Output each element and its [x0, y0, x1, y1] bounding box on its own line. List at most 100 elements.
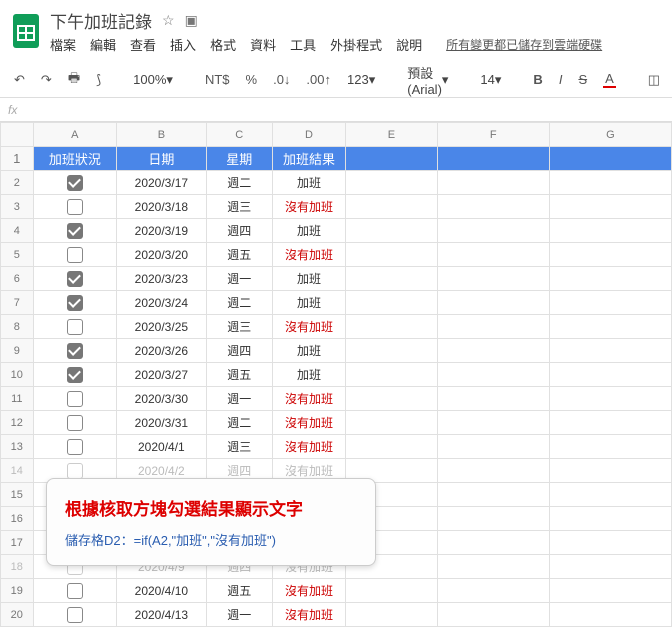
checkbox-icon[interactable]: [67, 415, 83, 431]
table-header-cell[interactable]: 加班結果: [272, 147, 345, 171]
checkbox-icon[interactable]: [67, 391, 83, 407]
checkbox-icon[interactable]: [67, 439, 83, 455]
row-header[interactable]: 17: [1, 531, 34, 555]
menu-data[interactable]: 資料: [250, 35, 276, 54]
checkbox-icon[interactable]: [67, 295, 83, 311]
date-cell[interactable]: 2020/3/23: [117, 267, 207, 291]
formula-bar[interactable]: fx: [0, 98, 672, 122]
checkbox-cell[interactable]: [33, 363, 116, 387]
italic-button[interactable]: I: [555, 70, 567, 89]
checkbox-cell[interactable]: [33, 387, 116, 411]
checkbox-icon[interactable]: [67, 367, 83, 383]
row-header[interactable]: 10: [1, 363, 34, 387]
date-cell[interactable]: 2020/3/20: [117, 243, 207, 267]
weekday-cell[interactable]: 週五: [206, 579, 272, 603]
checkbox-cell[interactable]: [33, 171, 116, 195]
date-cell[interactable]: 2020/3/17: [117, 171, 207, 195]
row-header[interactable]: 3: [1, 195, 34, 219]
row-header[interactable]: 13: [1, 435, 34, 459]
undo-icon[interactable]: ↶: [10, 70, 29, 90]
checkbox-icon[interactable]: [67, 463, 83, 479]
checkbox-cell[interactable]: [33, 411, 116, 435]
weekday-cell[interactable]: 週三: [206, 195, 272, 219]
row-header[interactable]: 8: [1, 315, 34, 339]
select-all-corner[interactable]: [1, 123, 34, 147]
checkbox-cell[interactable]: [33, 243, 116, 267]
date-cell[interactable]: 2020/4/13: [117, 603, 207, 627]
weekday-cell[interactable]: 週一: [206, 267, 272, 291]
checkbox-icon[interactable]: [67, 199, 83, 215]
checkbox-cell[interactable]: [33, 219, 116, 243]
strike-button[interactable]: S: [574, 70, 591, 89]
checkbox-icon[interactable]: [67, 607, 83, 623]
checkbox-icon[interactable]: [67, 247, 83, 263]
menu-view[interactable]: 查看: [130, 35, 156, 54]
row-header[interactable]: 12: [1, 411, 34, 435]
text-color-button[interactable]: A: [599, 69, 620, 90]
checkbox-icon[interactable]: [67, 271, 83, 287]
font-size-select[interactable]: 14 ▾: [476, 70, 505, 90]
weekday-cell[interactable]: 週一: [206, 387, 272, 411]
weekday-cell[interactable]: 週一: [206, 603, 272, 627]
date-cell[interactable]: 2020/4/10: [117, 579, 207, 603]
date-cell[interactable]: 2020/3/31: [117, 411, 207, 435]
checkbox-cell[interactable]: [33, 435, 116, 459]
table-header-cell[interactable]: 日期: [117, 147, 207, 171]
checkbox-icon[interactable]: [67, 319, 83, 335]
row-header[interactable]: 2: [1, 171, 34, 195]
weekday-cell[interactable]: 週二: [206, 291, 272, 315]
date-cell[interactable]: 2020/3/26: [117, 339, 207, 363]
date-cell[interactable]: 2020/3/30: [117, 387, 207, 411]
result-cell[interactable]: 加班: [272, 171, 345, 195]
increase-decimal-button[interactable]: .00↑: [302, 70, 335, 89]
result-cell[interactable]: 加班: [272, 291, 345, 315]
print-icon[interactable]: 🖶: [64, 67, 84, 93]
paint-format-icon[interactable]: ⟆: [92, 70, 105, 90]
result-cell[interactable]: 沒有加班: [272, 603, 345, 627]
result-cell[interactable]: 沒有加班: [272, 243, 345, 267]
row-header[interactable]: 4: [1, 219, 34, 243]
result-cell[interactable]: 加班: [272, 267, 345, 291]
date-cell[interactable]: 2020/3/27: [117, 363, 207, 387]
date-cell[interactable]: 2020/3/19: [117, 219, 207, 243]
font-select[interactable]: 預設 (Arial) ▾: [403, 61, 452, 99]
weekday-cell[interactable]: 週五: [206, 363, 272, 387]
result-cell[interactable]: 沒有加班: [272, 387, 345, 411]
result-cell[interactable]: 沒有加班: [272, 435, 345, 459]
column-header-G[interactable]: G: [549, 123, 671, 147]
checkbox-cell[interactable]: [33, 315, 116, 339]
decrease-decimal-button[interactable]: .0↓: [269, 70, 294, 89]
row-header[interactable]: 19: [1, 579, 34, 603]
row-header[interactable]: 7: [1, 291, 34, 315]
weekday-cell[interactable]: 週三: [206, 435, 272, 459]
result-cell[interactable]: 沒有加班: [272, 195, 345, 219]
row-header[interactable]: 5: [1, 243, 34, 267]
menu-insert[interactable]: 插入: [170, 35, 196, 54]
result-cell[interactable]: 加班: [272, 363, 345, 387]
checkbox-icon[interactable]: [67, 223, 83, 239]
result-cell[interactable]: 加班: [272, 219, 345, 243]
menu-addons[interactable]: 外掛程式: [330, 35, 382, 54]
spreadsheet-grid[interactable]: ABCDEFG1加班狀況日期星期加班結果22020/3/17週二加班32020/…: [0, 122, 672, 627]
redo-icon[interactable]: ↷: [37, 70, 56, 90]
menu-tools[interactable]: 工具: [290, 35, 316, 54]
column-header-D[interactable]: D: [272, 123, 345, 147]
row-header[interactable]: 1: [1, 147, 34, 171]
result-cell[interactable]: 沒有加班: [272, 315, 345, 339]
date-cell[interactable]: 2020/3/25: [117, 315, 207, 339]
table-header-cell[interactable]: 加班狀況: [33, 147, 116, 171]
menu-file[interactable]: 檔案: [50, 35, 76, 54]
result-cell[interactable]: 加班: [272, 339, 345, 363]
weekday-cell[interactable]: 週二: [206, 411, 272, 435]
column-header-A[interactable]: A: [33, 123, 116, 147]
document-title[interactable]: 下午加班記錄: [50, 8, 152, 33]
menu-edit[interactable]: 編輯: [90, 35, 116, 54]
checkbox-icon[interactable]: [67, 175, 83, 191]
weekday-cell[interactable]: 週二: [206, 171, 272, 195]
weekday-cell[interactable]: 週四: [206, 339, 272, 363]
checkbox-cell[interactable]: [33, 267, 116, 291]
date-cell[interactable]: 2020/4/1: [117, 435, 207, 459]
weekday-cell[interactable]: 週三: [206, 315, 272, 339]
checkbox-icon[interactable]: [67, 343, 83, 359]
result-cell[interactable]: 沒有加班: [272, 411, 345, 435]
